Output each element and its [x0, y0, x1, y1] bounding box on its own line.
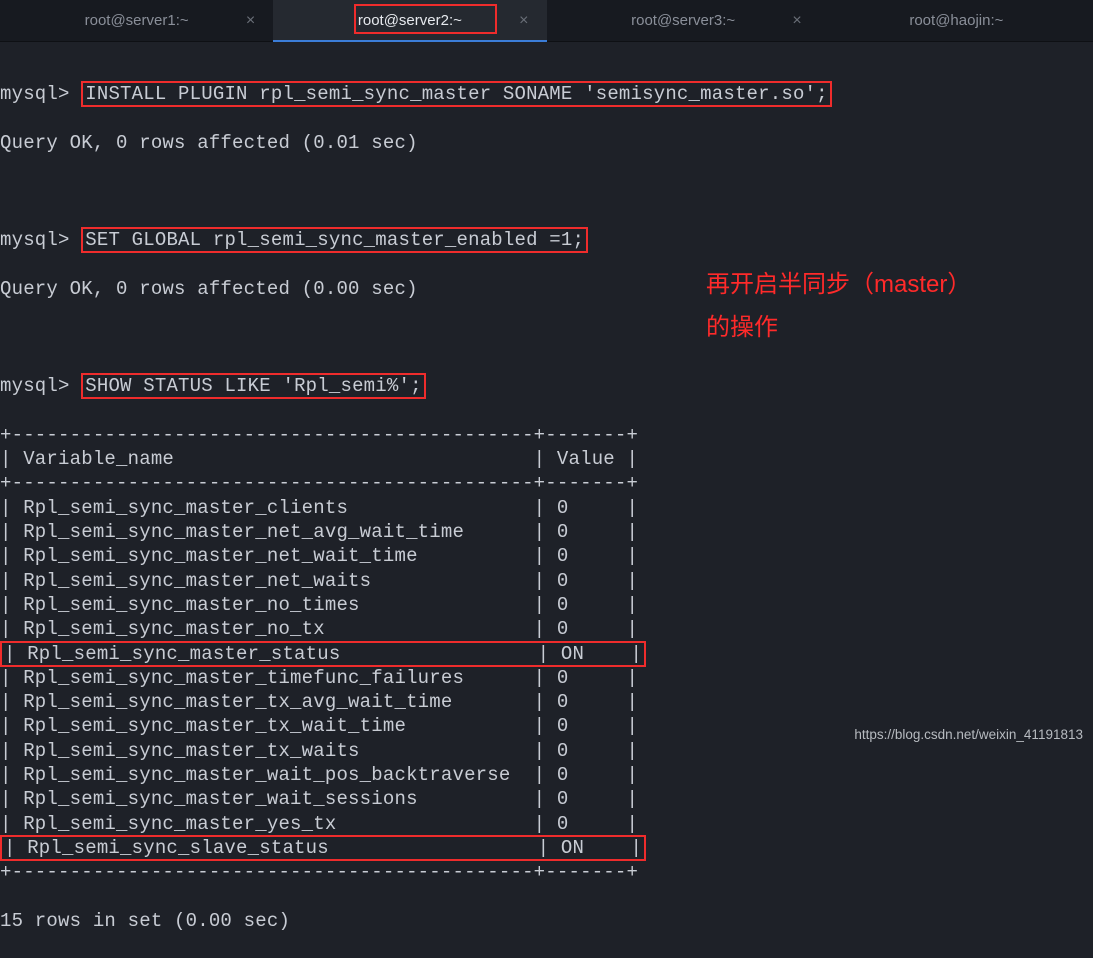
mysql-prompt: mysql>: [0, 375, 70, 397]
annotation-line1: 再开启半同步（master）: [706, 271, 971, 298]
terminal-line: +---------------------------------------…: [0, 471, 1093, 495]
terminal-line: | Rpl_semi_sync_master_timefunc_failures…: [0, 666, 1093, 690]
annotation-line2: 的操作: [706, 314, 778, 341]
cmd-show-status: SHOW STATUS LIKE 'Rpl_semi%';: [81, 373, 425, 399]
terminal-line: | Rpl_semi_sync_slave_status | ON |: [0, 836, 1093, 860]
tab-label: root@server1:~: [85, 12, 189, 29]
cmd-set-global: SET GLOBAL rpl_semi_sync_master_enabled …: [81, 227, 588, 253]
terminal-line: +---------------------------------------…: [0, 860, 1093, 884]
tab-label: root@server3:~: [631, 12, 735, 29]
terminal-line: | Rpl_semi_sync_master_tx_avg_wait_time …: [0, 690, 1093, 714]
annotation-text: 再开启半同步（master） 的操作: [706, 263, 971, 349]
terminal-line: [0, 180, 1093, 204]
tab-label: root@haojin:~: [909, 12, 1003, 29]
terminal-line: | Rpl_semi_sync_master_net_wait_time | 0…: [0, 544, 1093, 568]
terminal-line: | Rpl_semi_sync_master_net_avg_wait_time…: [0, 520, 1093, 544]
mysql-prompt: mysql>: [0, 229, 70, 251]
close-icon[interactable]: ×: [792, 12, 801, 30]
tab-bar: root@server1:~ × root@server2:~ × root@s…: [0, 0, 1093, 42]
terminal-line: | Rpl_semi_sync_master_status | ON |: [0, 642, 1093, 666]
terminal-line: | Rpl_semi_sync_master_wait_pos_backtrav…: [0, 763, 1093, 787]
terminal-line: | Rpl_semi_sync_master_no_times | 0 |: [0, 593, 1093, 617]
tab-server1[interactable]: root@server1:~ ×: [0, 0, 273, 41]
terminal-line: 15 rows in set (0.00 sec): [0, 909, 1093, 933]
cmd-install-plugin: INSTALL PLUGIN rpl_semi_sync_master SONA…: [81, 81, 832, 107]
terminal-line: +---------------------------------------…: [0, 423, 1093, 447]
highlighted-row: | Rpl_semi_sync_slave_status | ON |: [0, 835, 646, 861]
terminal-line: | Rpl_semi_sync_master_yes_tx | 0 |: [0, 812, 1093, 836]
tab-server3[interactable]: root@server3:~ ×: [547, 0, 820, 41]
watermark-text: https://blog.csdn.net/weixin_41191813: [854, 727, 1083, 742]
terminal-line: Query OK, 0 rows affected (0.01 sec): [0, 131, 1093, 155]
status-table: +---------------------------------------…: [0, 423, 1093, 885]
terminal-line: | Rpl_semi_sync_master_tx_waits | 0 |: [0, 739, 1093, 763]
tab-haojin[interactable]: root@haojin:~: [820, 0, 1093, 41]
terminal-output[interactable]: mysql> INSTALL PLUGIN rpl_semi_sync_mast…: [0, 42, 1093, 958]
close-icon[interactable]: ×: [246, 12, 255, 30]
terminal-line: mysql> INSTALL PLUGIN rpl_semi_sync_mast…: [0, 82, 1093, 106]
annotation-box-tab: [354, 4, 497, 34]
terminal-line: mysql> SET GLOBAL rpl_semi_sync_master_e…: [0, 228, 1093, 252]
mysql-prompt: mysql>: [0, 83, 70, 105]
terminal-line: | Rpl_semi_sync_master_clients | 0 |: [0, 496, 1093, 520]
terminal-line: | Rpl_semi_sync_master_no_tx | 0 |: [0, 617, 1093, 641]
terminal-line: | Variable_name | Value |: [0, 447, 1093, 471]
close-icon[interactable]: ×: [519, 12, 528, 30]
terminal-line: | Rpl_semi_sync_master_wait_sessions | 0…: [0, 787, 1093, 811]
terminal-line: mysql> SHOW STATUS LIKE 'Rpl_semi%';: [0, 374, 1093, 398]
highlighted-row: | Rpl_semi_sync_master_status | ON |: [0, 641, 646, 667]
terminal-line: | Rpl_semi_sync_master_net_waits | 0 |: [0, 569, 1093, 593]
